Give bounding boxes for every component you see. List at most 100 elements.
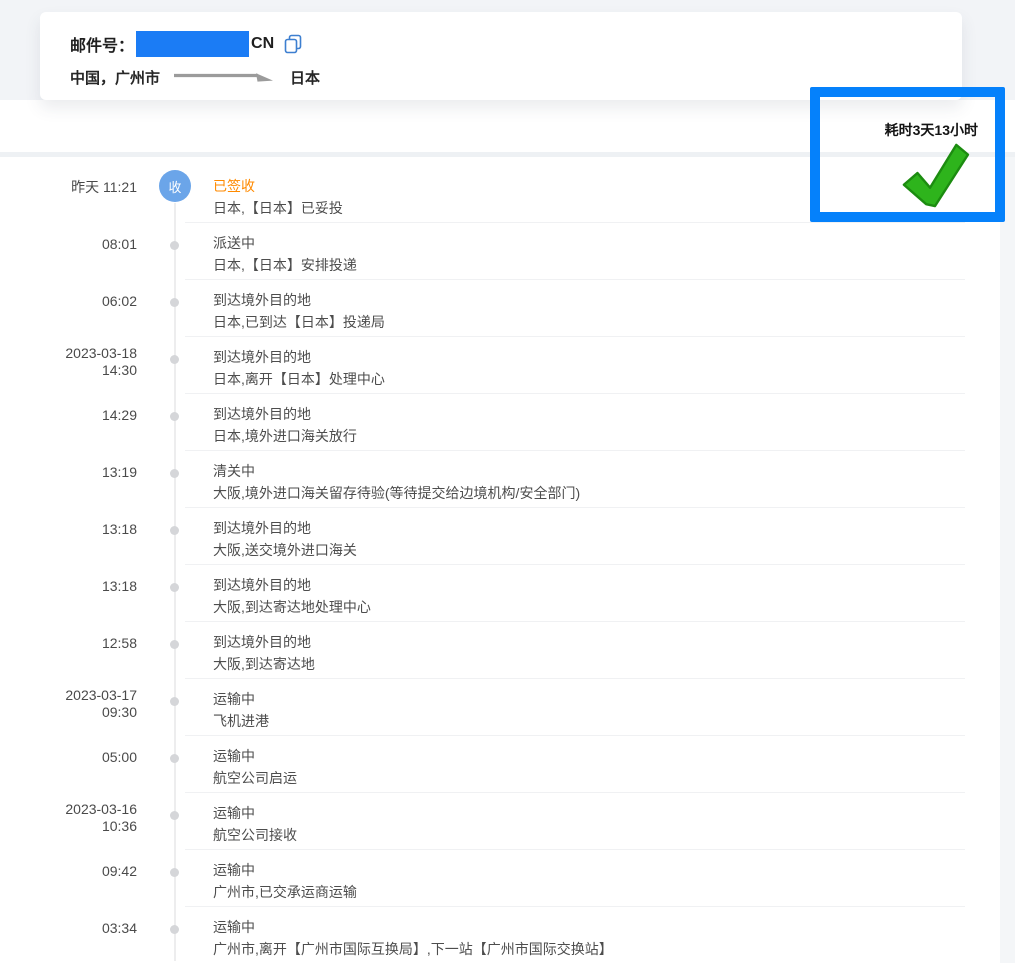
event-description: 大阪,到达寄达地 (213, 654, 1000, 674)
row-divider (185, 906, 965, 907)
event-description: 广州市,已交承运商运输 (213, 882, 1000, 902)
timeline-dot (170, 583, 179, 592)
event-time-text: 05:00 (0, 749, 137, 766)
mail-number-redaction (136, 31, 249, 57)
right-gutter (1000, 157, 1015, 963)
event-content: 运输中 广州市,已交承运商运输 (213, 849, 1000, 906)
timeline-marker (137, 735, 213, 792)
event-status: 到达境外目的地 (213, 404, 1000, 424)
timeline-marker (137, 678, 213, 735)
event-content: 运输中 飞机进港 (213, 678, 1000, 735)
event-status: 到达境外目的地 (213, 290, 1000, 310)
duration-annotation-box: 耗时3天13小时 (810, 87, 1005, 222)
green-check-icon (894, 142, 972, 215)
row-divider (185, 507, 965, 508)
event-time: 昨天 11:21 (0, 165, 137, 222)
row-divider (185, 393, 965, 394)
timeline-marker (137, 279, 213, 336)
timeline-row: 14:29 到达境外目的地 日本,境外进口海关放行 (0, 393, 1000, 450)
event-time-text: 昨天 11:21 (0, 179, 137, 196)
event-time-text: 06:02 (0, 293, 137, 310)
event-content: 到达境外目的地 日本,已到达【日本】投递局 (213, 279, 1000, 336)
event-content: 运输中 广州市,离开【广州市国际互换局】,下一站【广州市国际交换站】 (213, 906, 1000, 963)
event-time: 2023-03-16 10:36 (0, 792, 137, 849)
event-status: 运输中 (213, 803, 1000, 823)
event-content: 派送中 日本,【日本】安排投递 (213, 222, 1000, 279)
event-description: 广州市,离开【广州市国际互换局】,下一站【广州市国际交换站】 (213, 939, 1000, 959)
event-time-text: 14:29 (0, 407, 137, 424)
event-time: 13:18 (0, 564, 137, 621)
row-divider (185, 735, 965, 736)
event-time: 2023-03-18 14:30 (0, 336, 137, 393)
event-date: 2023-03-16 (0, 801, 137, 818)
event-description: 航空公司启运 (213, 768, 1000, 788)
event-description: 日本,境外进口海关放行 (213, 426, 1000, 446)
event-content: 清关中 大阪,境外进口海关留存待验(等待提交给边境机构/安全部门) (213, 450, 1000, 507)
event-time: 14:29 (0, 393, 137, 450)
timeline-row: 12:58 到达境外目的地 大阪,到达寄达地 (0, 621, 1000, 678)
event-time-text: 10:36 (0, 818, 137, 835)
timeline-dot (170, 868, 179, 877)
row-divider (185, 450, 965, 451)
timeline-dot (170, 469, 179, 478)
event-time: 13:18 (0, 507, 137, 564)
route-line: 中国，广州市 日本 (70, 66, 320, 88)
event-time: 2023-03-17 09:30 (0, 678, 137, 735)
timeline-marker (137, 621, 213, 678)
row-divider (185, 792, 965, 793)
event-time-text: 13:18 (0, 521, 137, 538)
timeline-marker (137, 393, 213, 450)
event-status: 到达境外目的地 (213, 347, 1000, 367)
timeline-marker (137, 450, 213, 507)
event-status: 清关中 (213, 461, 1000, 481)
event-content: 到达境外目的地 日本,离开【日本】处理中心 (213, 336, 1000, 393)
event-description: 日本,【日本】安排投递 (213, 255, 1000, 275)
timeline-dot (170, 412, 179, 421)
timeline-marker (137, 849, 213, 906)
row-divider (185, 678, 965, 679)
event-time-text: 09:42 (0, 863, 137, 880)
event-time-text: 13:19 (0, 464, 137, 481)
timeline-row: 13:18 到达境外目的地 大阪,到达寄达地处理中心 (0, 564, 1000, 621)
event-status: 到达境外目的地 (213, 518, 1000, 538)
timeline-row: 13:18 到达境外目的地 大阪,送交境外进口海关 (0, 507, 1000, 564)
event-time: 12:58 (0, 621, 137, 678)
event-content: 到达境外目的地 大阪,到达寄达地 (213, 621, 1000, 678)
row-divider (185, 621, 965, 622)
event-date: 2023-03-18 (0, 345, 137, 362)
event-description: 大阪,境外进口海关留存待验(等待提交给边境机构/安全部门) (213, 483, 1000, 503)
event-time-text: 09:30 (0, 704, 137, 721)
event-status: 到达境外目的地 (213, 632, 1000, 652)
arrow-right-icon (172, 68, 278, 88)
event-description: 日本,离开【日本】处理中心 (213, 369, 1000, 389)
tracking-page: 邮件号： CN 中国，广州市 日本 (0, 0, 1015, 963)
mail-number-line: 邮件号： CN (70, 31, 304, 57)
copy-icon[interactable] (283, 33, 304, 55)
timeline-marker: 收 (137, 165, 213, 222)
row-divider (185, 564, 965, 565)
event-description: 日本,已到达【日本】投递局 (213, 312, 1000, 332)
timeline-row: 03:34 运输中 广州市,离开【广州市国际互换局】,下一站【广州市国际交换站】 (0, 906, 1000, 963)
timeline-marker (137, 564, 213, 621)
timeline-marker (137, 222, 213, 279)
event-status: 运输中 (213, 860, 1000, 880)
event-time: 03:34 (0, 906, 137, 963)
timeline-dot (170, 811, 179, 820)
origin-label: 中国，广州市 (70, 67, 160, 88)
event-date: 2023-03-17 (0, 687, 137, 704)
mail-number-suffix: CN (251, 35, 274, 53)
duration-label: 耗时3天13小时 (885, 120, 978, 140)
timeline-row: 06:02 到达境外目的地 日本,已到达【日本】投递局 (0, 279, 1000, 336)
timeline-row: 09:42 运输中 广州市,已交承运商运输 (0, 849, 1000, 906)
timeline-row: 2023-03-16 10:36 运输中 航空公司接收 (0, 792, 1000, 849)
event-time-text: 13:18 (0, 578, 137, 595)
event-description: 航空公司接收 (213, 825, 1000, 845)
event-content: 到达境外目的地 日本,境外进口海关放行 (213, 393, 1000, 450)
row-divider (185, 222, 965, 223)
event-description: 大阪,到达寄达地处理中心 (213, 597, 1000, 617)
timeline-dot (170, 640, 179, 649)
event-description: 大阪,送交境外进口海关 (213, 540, 1000, 560)
event-time: 08:01 (0, 222, 137, 279)
event-status: 到达境外目的地 (213, 575, 1000, 595)
event-status: 运输中 (213, 689, 1000, 709)
